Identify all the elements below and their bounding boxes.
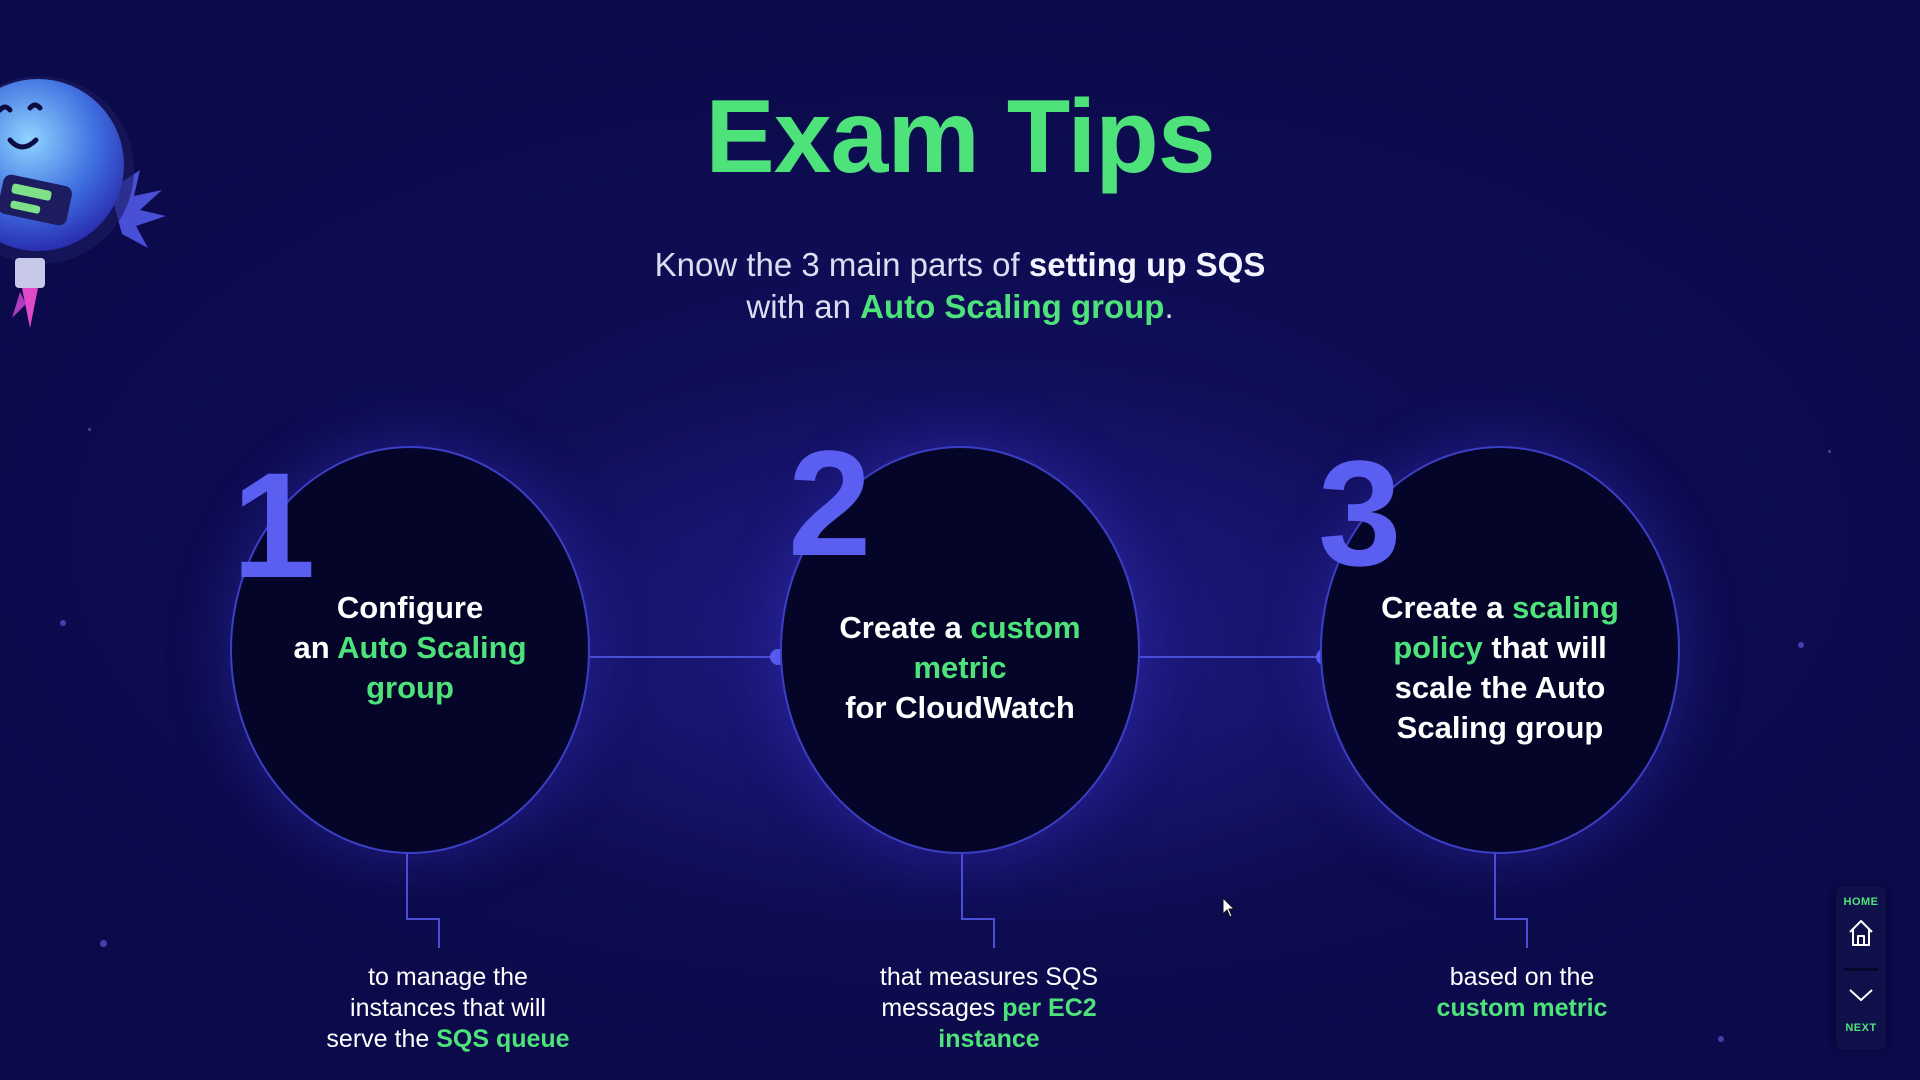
text-line: instance — [829, 1024, 1149, 1055]
next-button[interactable]: NEXT — [1836, 972, 1886, 1050]
text-line: instances that will — [288, 993, 608, 1024]
text-line: custom metric — [1362, 993, 1682, 1024]
highlight-text: group — [366, 670, 454, 705]
star-decoration — [1718, 1036, 1724, 1042]
caption-connector — [1494, 918, 1528, 920]
highlight-text: custom metric — [1436, 994, 1608, 1022]
body-text: serve the — [326, 1025, 437, 1053]
text-line: group — [232, 668, 588, 708]
subtitle-emphasis: setting up SQS — [1028, 246, 1266, 283]
body-text: instances that will — [350, 994, 546, 1022]
page-title: Exam Tips — [705, 79, 1215, 195]
text-line: based on the — [1362, 962, 1682, 993]
subtitle-text: with an — [746, 288, 861, 325]
text-line: that measures SQS — [829, 962, 1149, 993]
text-line: Scaling group — [1322, 708, 1678, 748]
connector-line — [1138, 656, 1324, 658]
highlight-text: scaling — [1512, 590, 1619, 625]
slide-canvas: Exam Tips Know the 3 main parts of setti… — [0, 0, 1920, 1080]
body-text: based on the — [1449, 963, 1595, 991]
highlight-text: Auto Scaling — [337, 630, 527, 665]
star-decoration — [1828, 450, 1831, 453]
caption-connector — [993, 918, 995, 948]
subtitle-text: . — [1164, 288, 1174, 325]
caption-connector — [406, 850, 408, 920]
text-line: for CloudWatch — [782, 688, 1138, 728]
caption-connector — [438, 918, 440, 948]
highlight-text: instance — [938, 1025, 1040, 1053]
text-line: an Auto Scaling — [232, 628, 588, 668]
body-text: Configure — [336, 590, 484, 625]
star-decoration — [60, 620, 66, 626]
highlight-text: custom — [970, 610, 1081, 645]
text-line: Create a custom — [782, 608, 1138, 648]
caption-connector — [1526, 918, 1528, 948]
caption-connector — [961, 850, 963, 920]
star-decoration — [88, 428, 91, 431]
next-label: NEXT — [1845, 1022, 1877, 1034]
chevron-down-icon — [1849, 989, 1873, 1002]
body-text: that will — [1482, 630, 1607, 665]
body-text: for CloudWatch — [845, 690, 1075, 725]
highlight-text: metric — [913, 650, 1007, 685]
highlight-text: per EC2 — [1002, 994, 1097, 1022]
body-text: Scaling group — [1396, 710, 1604, 745]
nav-divider — [1844, 968, 1878, 971]
body-text: messages — [881, 994, 1003, 1022]
step-1-caption: to manage the instances that will serve th… — [288, 962, 608, 1055]
text-line: scale the Auto — [1322, 668, 1678, 708]
text-line: to manage the — [288, 962, 608, 993]
text-line: serve the SQS queue — [288, 1024, 608, 1055]
caption-connector — [1494, 850, 1496, 920]
step-2-number: 2 — [788, 419, 872, 587]
subtitle-text: Know the 3 main parts of — [654, 246, 1029, 283]
highlight-text: SQS queue — [436, 1025, 570, 1053]
step-3-number: 3 — [1318, 429, 1402, 597]
home-button[interactable]: HOME — [1836, 886, 1886, 966]
step-3-text: Create a scaling policy that will scale th… — [1322, 588, 1678, 748]
body-text: scale the Auto — [1394, 670, 1606, 705]
subtitle-highlight: Auto Scaling group — [860, 288, 1165, 325]
connector-line — [588, 656, 778, 658]
body-text: that measures SQS — [879, 963, 1099, 991]
step-2-caption: that measures SQS messages per EC2 instanc… — [829, 962, 1149, 1055]
highlight-text: policy — [1393, 630, 1483, 665]
home-label: HOME — [1843, 896, 1879, 908]
text-line: messages per EC2 — [829, 993, 1149, 1024]
text-line: policy that will — [1322, 628, 1678, 668]
text-line: metric — [782, 648, 1138, 688]
step-1-number: 1 — [232, 441, 316, 609]
caption-connector — [961, 918, 995, 920]
body-text: Create a — [839, 610, 971, 645]
slide-subtitle: Know the 3 main parts of setting up SQS … — [560, 244, 1360, 328]
mouse-cursor-icon — [1222, 897, 1236, 918]
home-icon — [1849, 920, 1873, 946]
body-text: to manage the — [368, 963, 528, 991]
body-text: an — [293, 630, 338, 665]
star-decoration — [1798, 642, 1804, 648]
star-decoration — [100, 940, 107, 947]
caption-connector — [406, 918, 440, 920]
slide-nav: HOME NEXT — [1836, 886, 1886, 1050]
step-2-text: Create a custom metric for CloudWatch — [782, 608, 1138, 728]
step-3-caption: based on the custom metric — [1362, 962, 1682, 1024]
